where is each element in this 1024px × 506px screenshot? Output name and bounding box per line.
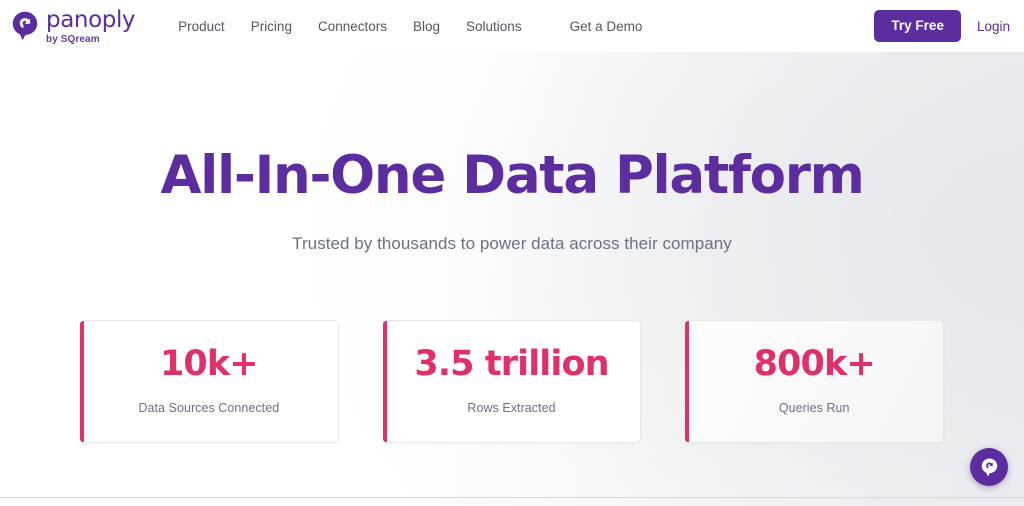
nav-item-product[interactable]: Product [165,13,238,40]
stats-row: 10k+ Data Sources Connected 3.5 trillion… [0,319,1024,443]
stat-value: 10k+ [159,344,259,385]
chat-widget-button[interactable] [970,448,1008,486]
stat-value: 3.5 trillion [414,344,609,385]
nav-item-connectors[interactable]: Connectors [305,13,400,40]
stat-card-data-sources: 10k+ Data Sources Connected [80,319,339,443]
brand-name: panoply [46,7,136,33]
header-actions: Try Free Login [874,10,1010,42]
stat-card-rows-extracted: 3.5 trillion Rows Extracted [382,319,642,443]
stat-label: Data Sources Connected [138,401,280,416]
stat-label: Rows Extracted [467,401,556,416]
bottom-divider [0,497,1024,498]
stat-value: 800k+ [753,344,876,385]
hero-subtitle: Trusted by thousands to power data acros… [292,233,732,253]
nav-item-pricing[interactable]: Pricing [238,13,305,40]
page-root: panoply by SQream Product Pricing Connec… [0,0,1024,506]
brand-text: panoply by SQream [46,7,136,45]
brand-logo-link[interactable]: panoply by SQream [12,7,136,45]
stat-label: Queries Run [778,401,850,416]
login-link[interactable]: Login [977,19,1010,34]
site-header: panoply by SQream Product Pricing Connec… [0,0,1024,52]
nav-item-blog[interactable]: Blog [400,13,453,40]
stat-card-queries-run: 800k+ Queries Run [685,319,945,443]
page-title: All-In-One Data Platform [160,145,864,206]
main-nav: Product Pricing Connectors Blog Solution… [165,13,874,40]
hero-section: All-In-One Data Platform Trusted by thou… [0,52,1024,254]
brand-sub: by SQream [46,34,100,45]
try-free-button[interactable]: Try Free [874,10,961,42]
nav-item-get-a-demo[interactable]: Get a Demo [557,13,656,40]
nav-item-solutions[interactable]: Solutions [453,13,535,40]
panoply-droplet-logo-icon [981,458,997,476]
panoply-droplet-logo-icon [12,11,38,41]
